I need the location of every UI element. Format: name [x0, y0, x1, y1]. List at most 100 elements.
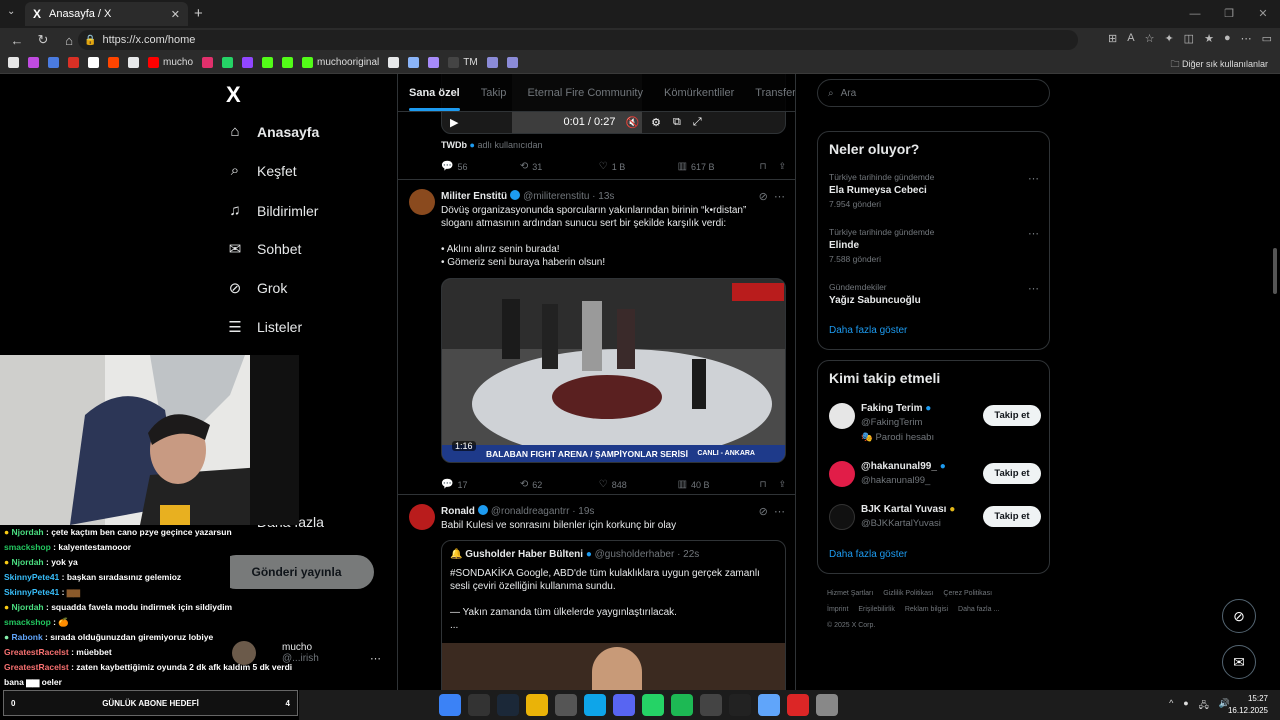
suggestion-item[interactable]: @hakanunal99_ ● @hakanunal99_ Takip et	[829, 461, 1041, 491]
bookmark-item[interactable]	[408, 57, 420, 68]
bookmark-item[interactable]	[8, 57, 19, 68]
trend-item[interactable]: Türkiye tarihinde gündemde Ela Rumeysa C…	[829, 172, 1039, 209]
avatar[interactable]	[409, 189, 435, 215]
trend-more-icon[interactable]: ⋯	[1028, 172, 1039, 185]
bookmark-item[interactable]	[242, 57, 254, 68]
tab-list[interactable]: Kömürkentliler	[664, 87, 734, 99]
app-icon[interactable]	[758, 694, 780, 716]
minimize-icon[interactable]: —	[1178, 0, 1212, 28]
bookmark-item[interactable]	[202, 57, 214, 68]
post-button[interactable]: Gönderi yayınla	[219, 555, 374, 589]
nav-item-messages[interactable]: ✉ Sohbet	[226, 240, 302, 258]
tray-app-icon[interactable]: ●	[1183, 698, 1188, 714]
whatsapp-icon[interactable]	[642, 694, 664, 716]
post[interactable]: Ronald @ronaldreagantrr · 19s ⊘ ⋯ Babil K…	[398, 496, 795, 690]
author-name[interactable]: Militer Enstitü	[441, 191, 507, 202]
account-more-icon[interactable]: ⋯	[370, 652, 381, 665]
close-window-icon[interactable]: ✕	[1246, 0, 1280, 28]
author-handle[interactable]: @militerenstitu · 13s	[523, 191, 614, 202]
tray-chevron-icon[interactable]: ^	[1169, 698, 1173, 714]
post-video[interactable]: 1:16 BALABAN FIGHT ARENA / ŞAMPİYONLAR S…	[441, 278, 786, 463]
author-name[interactable]: Ronald	[441, 506, 475, 517]
back-icon[interactable]: ←	[8, 33, 26, 48]
trend-item[interactable]: Türkiye tarihinde gündemde Elinde 7.588 …	[829, 227, 1039, 264]
bookmark-item[interactable]	[128, 57, 139, 68]
retweet-button[interactable]: ⟲ 62	[520, 479, 599, 490]
new-tab-button[interactable]: +	[194, 5, 203, 22]
bookmark-item[interactable]: muchooriginal	[302, 57, 379, 68]
like-button[interactable]: ♡ 1 B	[599, 161, 678, 172]
bookmark-item[interactable]: TM	[448, 57, 478, 68]
views-button[interactable]: ▥ 617 B	[678, 161, 757, 172]
bookmark-item[interactable]	[108, 57, 119, 68]
app-available-icon[interactable]: ⊞	[1108, 32, 1117, 45]
show-more-link[interactable]: Daha fazla göster	[829, 549, 907, 560]
bookmark-item[interactable]	[222, 57, 234, 68]
clock[interactable]: 15:27 16.12.2025	[1228, 693, 1268, 717]
footer-link[interactable]: Reklam bilgisi	[905, 606, 948, 613]
steam-icon[interactable]	[497, 694, 519, 716]
extensions-icon[interactable]: ✦	[1164, 32, 1173, 45]
split-screen-icon[interactable]: ◫	[1184, 32, 1194, 45]
quote-author-name[interactable]: Gusholder Haber Bülteni	[465, 549, 583, 560]
app-icon[interactable]	[787, 694, 809, 716]
settings-icon[interactable]: ⚙	[651, 116, 661, 129]
bookmark-item[interactable]	[28, 57, 39, 68]
profile-avatar-icon[interactable]: ●	[1224, 32, 1231, 45]
source-name[interactable]: TWDb	[441, 140, 467, 150]
search-input[interactable]: ⌕ Ara	[817, 79, 1050, 107]
follow-button[interactable]: Takip et	[983, 506, 1041, 527]
trend-more-icon[interactable]: ⋯	[1028, 227, 1039, 240]
views-button[interactable]: ▥ 40 B	[678, 479, 757, 490]
sidebar-toggle-icon[interactable]: ▭	[1262, 32, 1272, 45]
messages-fab-icon[interactable]: ✉	[1222, 645, 1256, 679]
nav-item-explore[interactable]: ⌕ Keşfet	[226, 162, 297, 179]
trend-more-icon[interactable]: ⋯	[1028, 282, 1039, 295]
grok-fab-icon[interactable]: ⊘	[1222, 599, 1256, 633]
store-icon[interactable]	[555, 694, 577, 716]
author-handle[interactable]: @ronaldreagantrr · 19s	[491, 506, 595, 517]
edge-icon[interactable]	[584, 694, 606, 716]
bookmark-item[interactable]	[506, 57, 518, 68]
bookmark-item[interactable]	[428, 57, 440, 68]
nav-item-grok[interactable]: ⊘ Grok	[226, 279, 288, 297]
app-icon[interactable]	[816, 694, 838, 716]
obs-icon[interactable]	[729, 694, 751, 716]
start-icon[interactable]	[439, 694, 461, 716]
close-tab-icon[interactable]: ✕	[171, 8, 180, 21]
spotify-icon[interactable]	[671, 694, 693, 716]
footer-link[interactable]: Çerez Politikası	[943, 590, 992, 597]
footer-link[interactable]: Gizlilik Politikası	[883, 590, 933, 597]
discord-icon[interactable]	[613, 694, 635, 716]
restore-icon[interactable]: ❐	[1212, 0, 1246, 28]
follow-button[interactable]: Takip et	[983, 405, 1041, 426]
reload-icon[interactable]: ↻	[34, 32, 52, 48]
suggestion-item[interactable]: BJK Kartal Yuvası ● @BJKKartalYuvasi Tak…	[829, 504, 1041, 534]
more-menu-icon[interactable]: ⋯	[1241, 32, 1252, 45]
home-icon[interactable]: ⌂	[60, 33, 78, 48]
tab-list[interactable]: Transfer Yu	[755, 87, 795, 99]
bookmark-item[interactable]	[486, 57, 498, 68]
browser-tab[interactable]: X Anasayfa / X ✕	[25, 2, 188, 26]
read-aloud-icon[interactable]: A	[1127, 32, 1134, 45]
quote-post[interactable]: 🔔 Gusholder Haber Bülteni ● @gusholderha…	[441, 540, 786, 690]
like-button[interactable]: ♡ 848	[599, 479, 678, 490]
x-logo-icon[interactable]: X	[226, 82, 241, 108]
footer-link[interactable]: Daha fazla ...	[958, 606, 999, 613]
tab-actions-menu-icon[interactable]: ⌄	[7, 6, 15, 17]
reply-button[interactable]: 💬 17	[441, 479, 520, 490]
share-icon[interactable]: ⇪	[778, 479, 786, 490]
tab-community[interactable]: Eternal Fire Community	[527, 87, 643, 99]
nav-item-notifications[interactable]: ♫ Bildirimler	[226, 202, 318, 219]
post[interactable]: Militer Enstitü @militerenstitu · 13s ⊘ ⋯…	[398, 181, 795, 495]
nav-item-home[interactable]: ⌂ Anasayfa	[226, 123, 319, 140]
grok-post-icon[interactable]: ⊘ ⋯	[759, 505, 785, 518]
bookmark-item[interactable]	[48, 57, 59, 68]
footer-link[interactable]: Erişilebilirlik	[858, 606, 895, 613]
grok-post-icon[interactable]: ⊘ ⋯	[759, 190, 785, 203]
bookmark-post-icon[interactable]: ⊓	[759, 161, 766, 172]
fullscreen-icon[interactable]: ⤢	[693, 116, 702, 129]
file-explorer-icon[interactable]	[526, 694, 548, 716]
search-taskbar-icon[interactable]	[468, 694, 490, 716]
tab-for-you[interactable]: Sana özel	[409, 87, 460, 111]
